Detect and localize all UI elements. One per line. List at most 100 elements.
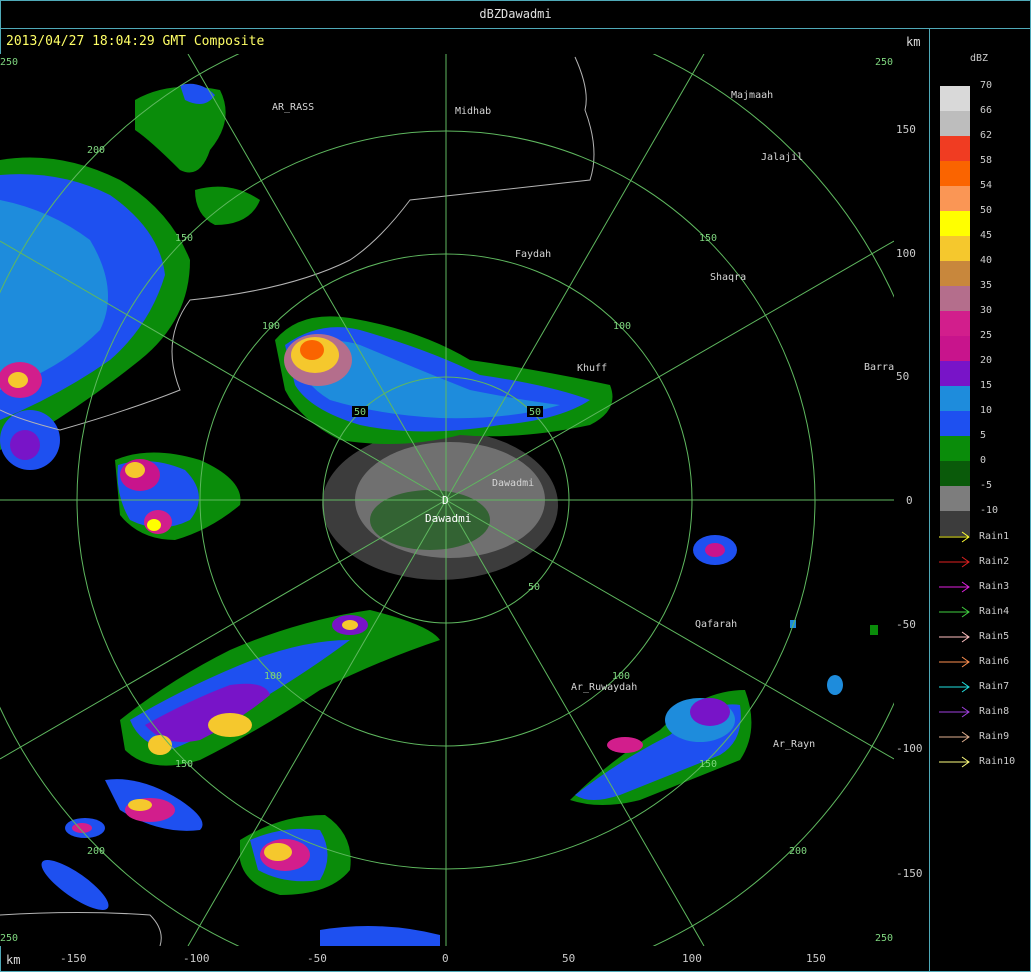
legend-level-label: 66: [980, 105, 993, 116]
place-faydah: Faydah: [515, 249, 551, 260]
km-unit-label-top: km: [906, 35, 921, 49]
ring-label-50-se: 50: [528, 582, 540, 593]
rain-legend-label: Rain7: [979, 681, 1010, 692]
y-tick-50: 50: [896, 370, 910, 383]
x-tick-150: 150: [806, 952, 826, 965]
rain-legend-item: Rain7: [938, 680, 1028, 694]
rain-legend-label: Rain8: [979, 706, 1010, 717]
arrow-icon: [939, 731, 970, 743]
legend-level-label: -5: [980, 480, 993, 491]
place-barra: Barra: [864, 362, 894, 373]
legend-level-label: 5: [980, 430, 987, 441]
rain-legend-item: Rain1: [938, 530, 1028, 544]
ring-label-100-nw: 100: [262, 321, 280, 332]
rain-legend-item: Rain8: [938, 705, 1028, 719]
ring-label-50-nw: 50: [354, 407, 366, 418]
ring-label-200-sw: 200: [87, 846, 105, 857]
rain-legend-label: Rain3: [979, 581, 1010, 592]
rain-legend-label: Rain5: [979, 631, 1010, 642]
legend-level-label: 54: [980, 180, 993, 191]
ring-label-150-se: 150: [699, 759, 717, 770]
legend-level-label: 25: [980, 330, 993, 341]
legend-swatch: [940, 86, 970, 111]
x-tick-neg50: -50: [307, 952, 327, 965]
legend-swatch: [940, 336, 970, 361]
ring-label-250-ne: 250: [875, 57, 893, 68]
x-tick-neg100: -100: [183, 952, 210, 965]
y-tick-0: 0: [906, 494, 913, 507]
y-tick-150: 150: [896, 123, 916, 136]
radar-plot[interactable]: 50 50 50 100 100 100 100 150 150 150 150…: [0, 54, 894, 946]
ring-label-250-nw: 250: [0, 57, 18, 68]
rain-legend-item: Rain9: [938, 730, 1028, 744]
legend-level-label: 10: [980, 405, 993, 416]
arrow-icon: [939, 531, 970, 543]
ring-label-100-se: 100: [612, 671, 630, 682]
ring-label-200-nw: 200: [87, 145, 105, 156]
legend-level-label: 45: [980, 230, 993, 241]
station-code: D: [442, 494, 449, 507]
legend-separator: [929, 28, 930, 972]
legend-panel: dBZ 70 66 62 58 54 50 45 40 35 30 25 20 15 10 5 0 -5 -10 …: [932, 28, 1030, 972]
arrow-icon: [939, 706, 970, 718]
rain-legend-item: Rain2: [938, 555, 1028, 569]
arrow-icon: [939, 656, 970, 668]
x-tick-0: 0: [442, 952, 449, 965]
place-qafarah: Qafarah: [695, 619, 737, 630]
legend-swatch: [940, 311, 970, 336]
legend-level-label: 35: [980, 280, 993, 291]
rain-legend-label: Rain4: [979, 606, 1010, 617]
km-unit-label-bottom: km: [6, 953, 21, 967]
legend-swatch: [940, 186, 970, 211]
legend-swatch: [940, 486, 970, 511]
rain-legend-item: Rain10: [938, 755, 1028, 769]
arrow-icon: [939, 606, 970, 618]
legend-level-label: 20: [980, 355, 993, 366]
ring-label-150-ne: 150: [699, 233, 717, 244]
station-name: Dawadmi: [425, 512, 471, 525]
rain-legend-item: Rain5: [938, 630, 1028, 644]
window-title: dBZDawadmi: [479, 7, 552, 21]
legend-swatch: [940, 261, 970, 286]
legend-swatch: [940, 136, 970, 161]
legend-swatch: [940, 286, 970, 311]
y-tick-neg50: -50: [896, 618, 916, 631]
place-jalajil: Jalajil: [761, 152, 803, 163]
legend-level-label: 50: [980, 205, 993, 216]
place-ar-rass: AR_RASS: [272, 102, 314, 113]
rain-legend-label: Rain1: [979, 531, 1010, 542]
rain-legend-item: Rain6: [938, 655, 1028, 669]
place-khuff: Khuff: [577, 363, 607, 374]
legend-level-label: 70: [980, 80, 993, 91]
y-tick-100: 100: [896, 247, 916, 260]
place-majmaah: Majmaah: [731, 90, 773, 101]
legend-swatch: [940, 361, 970, 386]
rain-legend-label: Rain2: [979, 556, 1010, 567]
legend-swatch: [940, 461, 970, 486]
rain-legend-item: Rain4: [938, 605, 1028, 619]
ring-label-150-sw: 150: [175, 759, 193, 770]
y-tick-neg150: -150: [896, 867, 923, 880]
legend-unit: dBZ: [970, 53, 989, 64]
ring-label-100-sw: 100: [264, 671, 282, 682]
legend-swatch: [940, 236, 970, 261]
x-tick-50: 50: [562, 952, 576, 965]
legend-swatch: [940, 386, 970, 411]
legend-level-label: 30: [980, 305, 993, 316]
ring-label-100-ne: 100: [613, 321, 631, 332]
legend-swatch: [940, 211, 970, 236]
place-midhab: Midhab: [455, 106, 491, 117]
rain-legend-label: Rain9: [979, 731, 1010, 742]
legend-level-label: 40: [980, 255, 993, 266]
arrow-icon: [939, 556, 970, 568]
radar-svg: 50 50 50 100 100 100 100 150 150 150 150…: [0, 54, 894, 946]
legend-level-label: 58: [980, 155, 993, 166]
x-tick-neg150: -150: [60, 952, 87, 965]
rain-legend-label: Rain6: [979, 656, 1010, 667]
ring-label-250-se: 250: [875, 933, 893, 944]
rain-legend-item: Rain3: [938, 580, 1028, 594]
rain-legend-label: Rain10: [979, 756, 1016, 767]
ring-label-50-ne: 50: [529, 407, 541, 418]
arrow-icon: [939, 581, 970, 593]
place-ar-ruwaydah: Ar_Ruwaydah: [571, 682, 637, 693]
